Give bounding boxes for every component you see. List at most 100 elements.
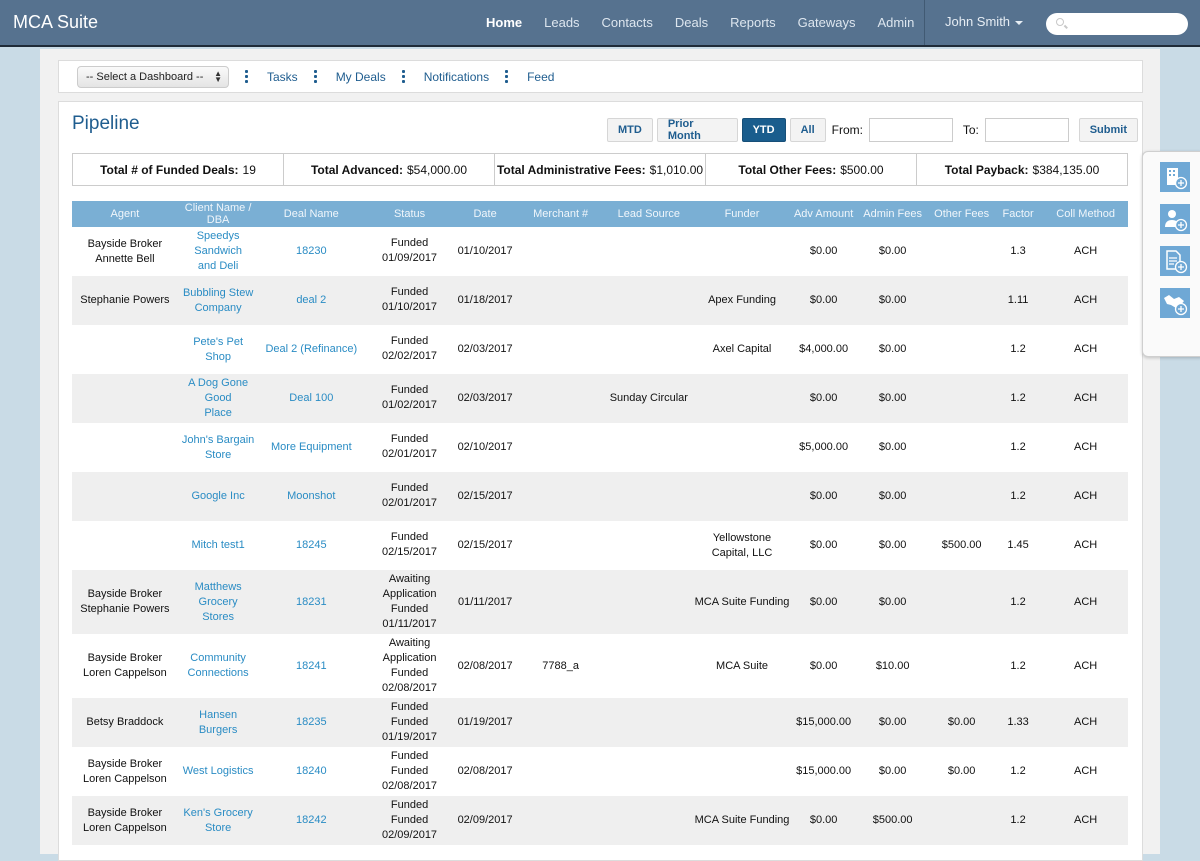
client-link-line[interactable]: Stores xyxy=(180,610,257,625)
column-header[interactable]: Deal Name xyxy=(258,201,365,227)
client-link-line[interactable]: Place xyxy=(180,406,257,421)
nav-contacts[interactable]: Contacts xyxy=(602,15,653,30)
client-link[interactable]: Matthews Grocery Stores xyxy=(177,570,259,634)
deal-link[interactable]: More Equipment xyxy=(258,423,365,472)
deal-link[interactable]: 18242 xyxy=(258,796,365,845)
table-header: Agent Client Name / DBA Deal Name Status Dat… xyxy=(72,201,1128,227)
add-contact-icon[interactable] xyxy=(1160,204,1190,234)
deal-link[interactable]: deal 2 xyxy=(258,276,365,325)
deal-link[interactable]: 18241 xyxy=(258,634,365,698)
my-deals-link[interactable]: My Deals xyxy=(313,70,386,84)
deal-link[interactable]: Deal 100 xyxy=(258,374,365,423)
column-header[interactable]: Lead Source xyxy=(606,201,692,227)
client-link-line[interactable]: Pete's Pet Shop xyxy=(180,335,257,365)
client-link-line[interactable]: Ken's Grocery xyxy=(180,806,257,821)
nav-home[interactable]: Home xyxy=(486,15,522,30)
deal-link[interactable]: 18231 xyxy=(258,570,365,634)
prior-month-button[interactable]: Prior Month xyxy=(656,118,738,142)
add-company-icon[interactable] xyxy=(1160,162,1190,192)
client-link-line[interactable]: Bubbling Stew xyxy=(180,286,257,301)
table-row[interactable]: Pete's Pet Shop Deal 2 (Refinance) Funded … xyxy=(72,325,1128,374)
column-header[interactable]: Merchant # xyxy=(515,201,606,227)
client-link[interactable]: West Logistics xyxy=(177,747,259,796)
client-link[interactable]: John's Bargain Store xyxy=(177,423,259,472)
admin-fees-cell: $0.00 xyxy=(854,374,931,423)
client-link-line[interactable]: A Dog Gone Good xyxy=(180,376,257,406)
table-row[interactable]: Bayside Broker Loren Cappelson Ken's Groce… xyxy=(72,796,1128,845)
app-logo[interactable]: MCA Suite xyxy=(13,12,98,33)
table-row[interactable]: A Dog Gone Good Place Deal 100 Funded 01/02… xyxy=(72,374,1128,423)
coll-method-cell: ACH xyxy=(1043,747,1128,796)
column-header[interactable]: Date xyxy=(454,201,516,227)
column-header[interactable]: Coll Method xyxy=(1043,201,1128,227)
client-link[interactable]: Hansen Burgers xyxy=(177,698,259,747)
column-header[interactable]: Adv Amount xyxy=(792,201,855,227)
client-link[interactable]: Bubbling Stew Company xyxy=(177,276,259,325)
column-header[interactable]: Agent xyxy=(72,201,178,227)
notifications-link[interactable]: Notifications xyxy=(401,70,489,84)
client-link-line[interactable]: Community xyxy=(180,651,257,666)
tasks-link[interactable]: Tasks xyxy=(245,70,298,84)
client-link[interactable]: Ken's Grocery Store xyxy=(177,796,259,845)
status-cell: Funded 01/09/2017 xyxy=(364,227,455,276)
table-row[interactable]: Google Inc Moonshot Funded 02/01/2017 02/15… xyxy=(72,472,1128,521)
client-link-line[interactable]: Google Inc xyxy=(180,489,257,504)
user-menu[interactable]: John Smith xyxy=(945,14,1024,29)
table-row[interactable]: Bayside Broker Stephanie Powers Matthews G… xyxy=(72,570,1128,634)
table-row[interactable]: Stephanie Powers Bubbling Stew Company deal… xyxy=(72,276,1128,325)
client-link-line[interactable]: Speedys Sandwich xyxy=(180,229,257,259)
column-header[interactable]: Client Name / DBA xyxy=(177,201,259,227)
client-link-line[interactable]: Mitch test1 xyxy=(180,538,257,553)
deal-link[interactable]: Deal 2 (Refinance) xyxy=(258,325,365,374)
nav-reports[interactable]: Reports xyxy=(730,15,776,30)
nav-gateways[interactable]: Gateways xyxy=(798,15,856,30)
submit-button[interactable]: Submit xyxy=(1078,118,1138,142)
table-row[interactable]: John's Bargain Store More Equipment Funded … xyxy=(72,423,1128,472)
column-header[interactable]: Funder xyxy=(691,201,793,227)
table-row[interactable]: Bayside Broker Loren Cappelson Community Co… xyxy=(72,634,1128,698)
nav-deals[interactable]: Deals xyxy=(675,15,708,30)
search-input[interactable] xyxy=(1046,13,1188,35)
column-header[interactable]: Factor xyxy=(992,201,1044,227)
client-link-line[interactable]: Hansen Burgers xyxy=(180,708,257,738)
deal-link[interactable]: 18235 xyxy=(258,698,365,747)
status-cell: Funded 01/10/2017 xyxy=(364,276,455,325)
deal-link[interactable]: Moonshot xyxy=(258,472,365,521)
client-link[interactable]: Google Inc xyxy=(177,472,259,521)
column-header[interactable]: Status xyxy=(364,201,455,227)
nav-admin[interactable]: Admin xyxy=(877,15,914,30)
adv-amount-cell: $0.00 xyxy=(792,472,855,521)
nav-leads[interactable]: Leads xyxy=(544,15,579,30)
client-link-line[interactable]: and Deli xyxy=(180,259,257,274)
client-link-line[interactable]: West Logistics xyxy=(180,764,257,779)
feed-link[interactable]: Feed xyxy=(505,70,554,84)
mtd-button[interactable]: MTD xyxy=(607,118,653,142)
client-link[interactable]: Mitch test1 xyxy=(177,521,259,570)
client-link-line[interactable]: Matthews Grocery xyxy=(180,580,257,610)
client-link-line[interactable]: Store xyxy=(180,821,257,836)
client-link-line[interactable]: Company xyxy=(180,301,257,316)
ytd-button[interactable]: YTD xyxy=(741,118,786,142)
client-link-line[interactable]: John's Bargain xyxy=(180,433,257,448)
client-link[interactable]: Pete's Pet Shop xyxy=(177,325,259,374)
table-row[interactable]: Mitch test1 18245 Funded 02/15/2017 02/15/2… xyxy=(72,521,1128,570)
client-link[interactable]: Speedys Sandwich and Deli xyxy=(177,227,259,276)
from-date-input[interactable] xyxy=(868,118,953,142)
add-deal-icon[interactable] xyxy=(1160,288,1190,318)
client-link[interactable]: A Dog Gone Good Place xyxy=(177,374,259,423)
table-row[interactable]: Bayside Broker Annette Bell Speedys Sandwi… xyxy=(72,227,1128,276)
dashboard-select[interactable]: -- Select a Dashboard -- ▲ ▼ xyxy=(77,65,229,88)
to-date-input[interactable] xyxy=(984,118,1069,142)
column-header[interactable]: Other Fees xyxy=(930,201,993,227)
table-row[interactable]: Betsy Braddock Hansen Burgers 18235 Funded F… xyxy=(72,698,1128,747)
client-link-line[interactable]: Store xyxy=(180,448,257,463)
deal-link[interactable]: 18245 xyxy=(258,521,365,570)
deal-link[interactable]: 18230 xyxy=(258,227,365,276)
deal-link[interactable]: 18240 xyxy=(258,747,365,796)
client-link[interactable]: Community Connections xyxy=(177,634,259,698)
all-button[interactable]: All xyxy=(789,118,826,142)
client-link-line[interactable]: Connections xyxy=(180,666,257,681)
add-document-icon[interactable] xyxy=(1160,246,1190,276)
column-header[interactable]: Admin Fees xyxy=(854,201,931,227)
table-row[interactable]: Bayside Broker Loren Cappelson West Logist… xyxy=(72,747,1128,796)
